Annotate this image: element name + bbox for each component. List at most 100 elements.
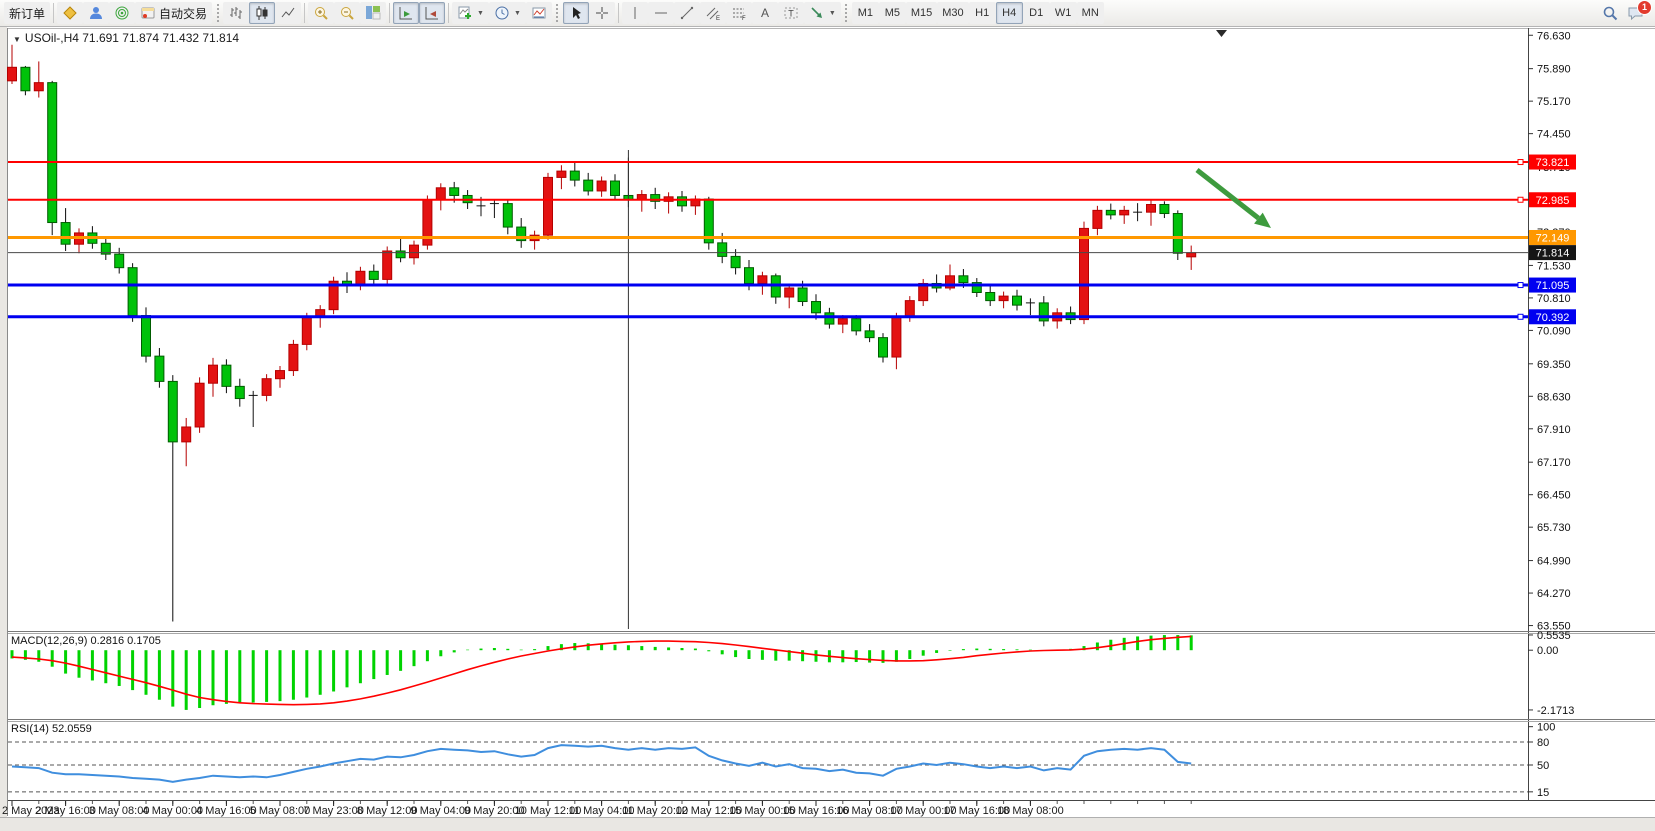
chart-shift-button[interactable] [419, 2, 445, 24]
svg-text:-2.1713: -2.1713 [1537, 705, 1574, 717]
chevron-down-icon: ▼ [829, 10, 836, 17]
svg-text:4 May 00:00: 4 May 00:00 [143, 805, 204, 817]
candlestick-icon [254, 5, 270, 21]
notifications-button[interactable]: 1 [1627, 5, 1645, 22]
toolbar-separator [53, 3, 54, 23]
svg-text:2 May 16:00: 2 May 16:00 [35, 805, 96, 817]
zoom-out-icon [339, 5, 355, 21]
timeframe-mn-button[interactable]: MN [1077, 2, 1104, 24]
svg-text:66.450: 66.450 [1537, 490, 1571, 502]
gold-button[interactable] [57, 2, 83, 24]
new-chart-button[interactable]: ▼ [452, 2, 489, 24]
timeframe-d1-button[interactable]: D1 [1023, 2, 1050, 24]
svg-text:70.392: 70.392 [1536, 312, 1570, 324]
chart-shift-icon [424, 5, 440, 21]
timeframe-w1-button[interactable]: W1 [1050, 2, 1077, 24]
trading-platform-window: { "toolbar": { "new_order_label": "新订单",… [0, 0, 1655, 831]
bar-chart-button[interactable] [223, 2, 249, 24]
main-toolbar: 新订单 自动交易 ▼ ▼ [0, 0, 1655, 27]
svg-text:80: 80 [1537, 737, 1549, 749]
chart-title-text: USOil-,H4 71.691 71.874 71.432 71.814 [25, 31, 239, 45]
horizontal-line-icon [653, 5, 669, 21]
text-label-icon: T [783, 5, 799, 21]
rsi-indicator-label: RSI(14) 52.0559 [11, 723, 92, 735]
auto-trading-icon [140, 5, 156, 21]
toolbar-grip [844, 4, 849, 22]
chart-template-icon [531, 5, 547, 21]
svg-text:0.5535: 0.5535 [1537, 630, 1571, 642]
horizontal-line-tool-button[interactable] [648, 2, 674, 24]
line-chart-icon [280, 5, 296, 21]
chart-shift-marker-layer [1216, 30, 1227, 37]
toolbar-separator [448, 3, 449, 23]
svg-text:71.530: 71.530 [1537, 260, 1571, 272]
macd-panel [12, 635, 1191, 710]
text-tool-button[interactable]: A [752, 2, 778, 24]
auto-scroll-icon [398, 5, 414, 21]
svg-text:68.630: 68.630 [1537, 391, 1571, 403]
crosshair-tool-button[interactable] [589, 2, 615, 24]
svg-text:T: T [788, 9, 794, 19]
chart-template-button[interactable] [526, 2, 552, 24]
cursor-icon [568, 5, 584, 21]
support-button[interactable] [83, 2, 109, 24]
candlestick-chart-button[interactable] [249, 2, 275, 24]
chart-shift-marker[interactable] [1216, 30, 1227, 37]
text-label-tool-button[interactable]: T [778, 2, 804, 24]
timeframe-m5-button[interactable]: M5 [879, 2, 906, 24]
symbol-dropdown-icon[interactable]: ▼ [13, 35, 21, 44]
timeframe-m15-button[interactable]: M15 [906, 2, 937, 24]
toolbar-separator [304, 3, 305, 23]
auto-trading-button[interactable]: 自动交易 [135, 2, 212, 24]
rsi-panel [8, 742, 1528, 792]
price-level-lines[interactable] [8, 160, 1528, 320]
auto-scroll-button[interactable] [393, 2, 419, 24]
svg-text:74.450: 74.450 [1537, 129, 1571, 141]
macd-indicator-label: MACD(12,26,9) 0.2816 0.1705 [11, 635, 161, 647]
chevron-down-icon: ▼ [514, 10, 521, 17]
svg-text:18 May 08:00: 18 May 08:00 [997, 805, 1064, 817]
svg-text:50: 50 [1537, 760, 1549, 772]
svg-text:9 May 04:00: 9 May 04:00 [411, 805, 472, 817]
zoom-out-button[interactable] [334, 2, 360, 24]
cursor-tool-button[interactable] [563, 2, 589, 24]
vertical-line-icon [627, 5, 643, 21]
timeframe-h1-button[interactable]: H1 [969, 2, 996, 24]
chevron-down-icon: ▼ [477, 10, 484, 17]
svg-text:7 May 23:00: 7 May 23:00 [303, 805, 364, 817]
svg-text:15: 15 [1537, 787, 1549, 799]
toolbar-grip [555, 4, 560, 22]
chart-canvas[interactable]: 76.63075.89075.17074.45073.71072.99072.2… [0, 0, 1655, 831]
channel-tool-button[interactable]: E [700, 2, 726, 24]
equidistant-channel-icon: E [705, 5, 721, 21]
arrows-tool-button[interactable]: ▼ [804, 2, 841, 24]
timeframe-m1-button[interactable]: M1 [852, 2, 879, 24]
tile-windows-button[interactable] [360, 2, 386, 24]
fibonacci-tool-button[interactable]: F [726, 2, 752, 24]
line-chart-button[interactable] [275, 2, 301, 24]
trendline-tool-button[interactable] [674, 2, 700, 24]
svg-text:70.810: 70.810 [1537, 293, 1571, 305]
period-button[interactable]: ▼ [489, 2, 526, 24]
svg-text:4 May 16:00: 4 May 16:00 [196, 805, 257, 817]
zoom-in-button[interactable] [308, 2, 334, 24]
vertical-line-tool-button[interactable] [622, 2, 648, 24]
svg-text:65.730: 65.730 [1537, 522, 1571, 534]
svg-text:E: E [716, 16, 720, 21]
chart-title: ▼ USOil-,H4 71.691 71.874 71.432 71.814 [13, 31, 239, 45]
timeframe-h4-button[interactable]: H4 [996, 2, 1023, 24]
toolbar-separator [389, 3, 390, 23]
toolbar-separator [618, 3, 619, 23]
signals-button[interactable] [109, 2, 135, 24]
date-axis[interactable]: 2 May 20232 May 16:003 May 08:004 May 00… [2, 801, 1191, 817]
svg-text:8 May 12:00: 8 May 12:00 [357, 805, 418, 817]
svg-text:100: 100 [1537, 722, 1555, 734]
svg-text:64.270: 64.270 [1537, 588, 1571, 600]
new-order-button[interactable]: 新订单 [4, 2, 50, 24]
notification-badge: 1 [1637, 0, 1652, 15]
svg-text:A: A [761, 6, 769, 20]
timeframe-m30-button[interactable]: M30 [937, 2, 968, 24]
svg-text:75.890: 75.890 [1537, 64, 1571, 76]
fibonacci-icon: F [731, 5, 747, 21]
search-icon[interactable] [1602, 5, 1619, 22]
